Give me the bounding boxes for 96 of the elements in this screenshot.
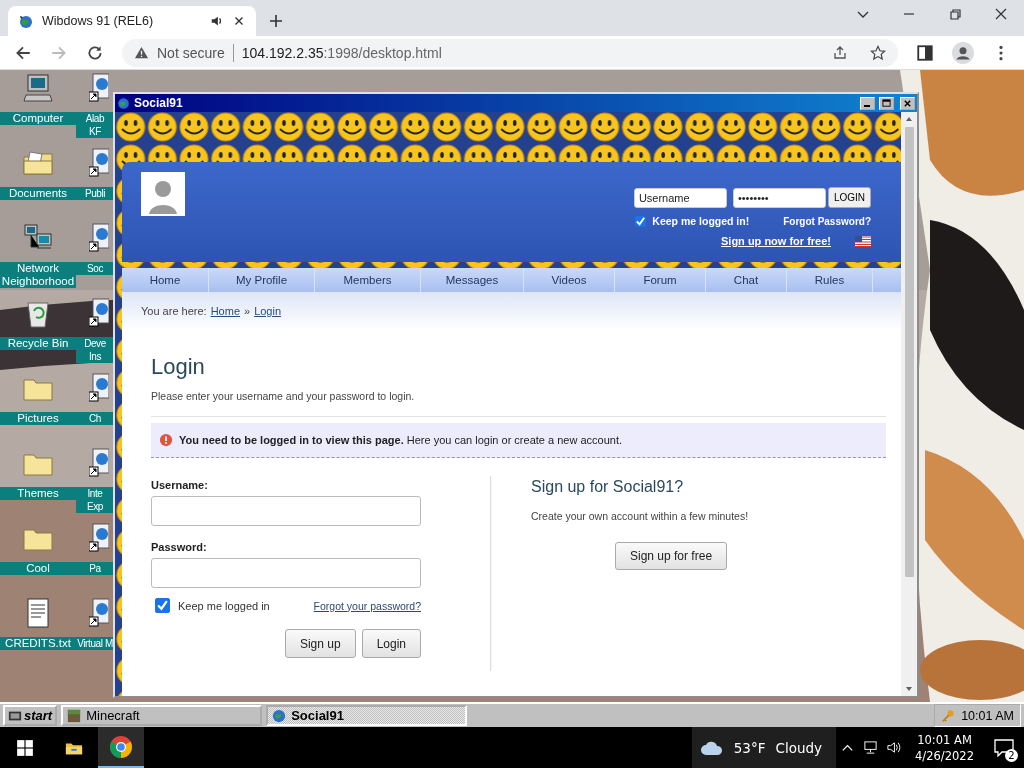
scrollbar[interactable] bbox=[901, 112, 917, 696]
browser-icon bbox=[109, 734, 133, 759]
profile-icon[interactable] bbox=[952, 41, 974, 64]
flag-icon[interactable] bbox=[855, 235, 871, 247]
star-icon[interactable] bbox=[870, 44, 886, 61]
form-button[interactable]: Sign up bbox=[284, 629, 356, 658]
remember-label: Keep me logged in! bbox=[652, 215, 750, 227]
breadcrumb-link[interactable]: Home bbox=[210, 305, 240, 317]
icon-label[interactable]: Soc bbox=[76, 262, 114, 275]
browser-taskbar-button[interactable] bbox=[98, 727, 144, 768]
forgot-password-link[interactable]: Forgot your password? bbox=[313, 599, 421, 612]
side-panel-icon[interactable] bbox=[916, 43, 934, 62]
password-field[interactable]: •••••••• bbox=[732, 187, 826, 208]
speaker-icon[interactable] bbox=[210, 14, 224, 28]
icon-label[interactable]: Publi bbox=[76, 187, 114, 200]
icon-label[interactable]: Deve Ins bbox=[76, 337, 114, 363]
shortcut-icon[interactable] bbox=[89, 597, 109, 629]
address-field[interactable]: Not secure 104.192.2.35:1998/desktop.html bbox=[122, 38, 898, 67]
security-label: Not secure bbox=[157, 44, 225, 61]
icon-label[interactable]: Recycle Bin bbox=[0, 337, 76, 350]
weather-widget[interactable]: 53°F Cloudy bbox=[691, 727, 837, 768]
window-title: Social91 bbox=[134, 96, 183, 110]
network-icon[interactable] bbox=[863, 740, 879, 755]
icon-label[interactable]: Computer bbox=[0, 112, 76, 125]
avatar-icon bbox=[141, 172, 185, 216]
shortcut-icon[interactable] bbox=[89, 297, 109, 329]
icon-label[interactable]: Cool bbox=[0, 562, 76, 575]
remember-label: Keep me logged in bbox=[178, 599, 270, 612]
intro-text: Please enter your username and your password to login. bbox=[151, 390, 886, 417]
close-icon bbox=[903, 98, 912, 108]
notice-text: You need to be logged in to view this page. Here you can login or create a new account. bbox=[179, 434, 622, 446]
shortcut-icon[interactable] bbox=[89, 522, 109, 554]
volume-icon[interactable] bbox=[886, 740, 902, 755]
signup-text: Create your own account within a few minutes! bbox=[531, 510, 749, 522]
close-button[interactable] bbox=[900, 96, 915, 110]
signup-heading: Sign up for Social91? bbox=[531, 478, 684, 496]
clock-text: 10:01 AM bbox=[961, 708, 1014, 723]
globe-icon bbox=[272, 708, 287, 723]
username-field[interactable] bbox=[151, 496, 421, 526]
icon-label[interactable]: Documents bbox=[0, 187, 76, 200]
icon-label[interactable]: Virtual M bbox=[76, 637, 114, 650]
globe-icon bbox=[18, 13, 34, 29]
field-label: Password: bbox=[151, 541, 208, 553]
key-icon bbox=[941, 708, 956, 723]
password-field[interactable] bbox=[151, 558, 421, 588]
cloud-icon bbox=[699, 739, 724, 756]
icon-label[interactable]: Ch bbox=[76, 412, 114, 425]
page-heading: Login bbox=[151, 354, 206, 380]
maximize-button[interactable] bbox=[879, 96, 894, 110]
checkbox[interactable] bbox=[155, 598, 170, 613]
form-button[interactable]: Login bbox=[361, 629, 421, 658]
notification-icon bbox=[994, 738, 1014, 757]
icon-label[interactable]: Inte Exp bbox=[76, 487, 114, 513]
signup-button[interactable]: Sign up for free bbox=[615, 542, 728, 570]
globe-icon bbox=[117, 96, 130, 110]
username-field[interactable]: Username bbox=[633, 187, 727, 208]
icon-label[interactable]: Network Neighborhood bbox=[0, 262, 76, 288]
warning-icon bbox=[134, 45, 149, 60]
breadcrumb-link[interactable]: Login bbox=[254, 305, 282, 317]
weather-text: Cloudy bbox=[775, 739, 823, 756]
grass-block-icon bbox=[67, 708, 82, 723]
icon-label[interactable]: Themes bbox=[0, 487, 76, 500]
minimize-button[interactable] bbox=[860, 96, 875, 110]
tab-title: Wibdows 91 (REL6) bbox=[42, 14, 155, 28]
breadcrumb-label: You are here: bbox=[141, 305, 207, 317]
breadcrumb-separator: » bbox=[244, 305, 251, 317]
maximize-icon bbox=[882, 98, 891, 108]
shortcut-icon[interactable] bbox=[89, 147, 109, 179]
computer-icon[interactable] bbox=[22, 72, 54, 104]
field-label: Username: bbox=[151, 479, 209, 491]
taskbar-button[interactable]: Minecraft bbox=[61, 705, 263, 726]
notifications-button[interactable]: 2 bbox=[984, 727, 1024, 768]
alert-icon bbox=[159, 433, 173, 447]
reload-icon[interactable] bbox=[86, 43, 104, 62]
login-button[interactable]: LOGIN bbox=[827, 187, 871, 208]
forgot-password-link[interactable]: Forgot Password? bbox=[783, 215, 871, 227]
taskbar-button[interactable]: Social91 bbox=[266, 705, 468, 726]
date-text: 4/26/2022 bbox=[915, 747, 974, 764]
minimize-icon bbox=[863, 104, 870, 107]
icon-label[interactable]: CREDITS.txt bbox=[0, 637, 76, 650]
windows-start-icon[interactable] bbox=[16, 738, 34, 757]
shortcut-icon[interactable] bbox=[89, 222, 109, 254]
icon-label[interactable]: Pictures bbox=[0, 412, 76, 425]
share-icon[interactable] bbox=[832, 44, 848, 61]
icon-label[interactable]: Alab KF bbox=[76, 112, 114, 138]
browser-tab[interactable]: Wibdows 91 (REL6) bbox=[8, 6, 256, 36]
shortcut-icon[interactable] bbox=[89, 447, 109, 479]
shortcut-icon[interactable] bbox=[89, 72, 109, 104]
new-tab-icon[interactable] bbox=[268, 13, 284, 29]
start-button[interactable]: start bbox=[3, 705, 58, 726]
time-text: 10:01 AM bbox=[917, 731, 972, 748]
icon-label[interactable]: Pa bbox=[76, 562, 114, 575]
url-text: 104.192.2.35:1998/desktop.html bbox=[241, 44, 442, 61]
shortcut-icon[interactable] bbox=[89, 372, 109, 404]
signup-link[interactable]: Sign up now for free! bbox=[721, 235, 831, 247]
temperature-text: 53°F bbox=[733, 739, 766, 756]
